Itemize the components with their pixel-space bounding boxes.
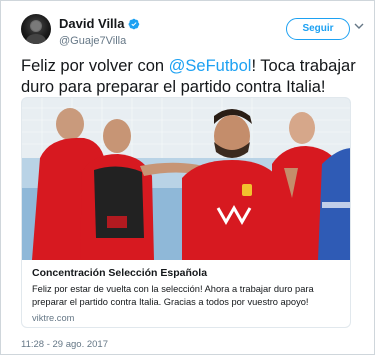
follow-button[interactable]: Seguir	[286, 18, 350, 40]
tweet-timestamp[interactable]: 11:28 - 29 ago. 2017	[21, 339, 108, 350]
author-block[interactable]: David Villa @Guaje7Villa	[59, 15, 140, 47]
tweet-card: David Villa @Guaje7Villa Seguir Feliz po…	[0, 0, 375, 355]
card-description: Feliz por estar de vuelta con la selecci…	[32, 284, 314, 307]
mention-link[interactable]: @SeFutbol	[169, 57, 252, 75]
author-display-name[interactable]: David Villa	[59, 16, 125, 31]
card-photo[interactable]	[22, 98, 350, 260]
card-domain[interactable]: viktre.com	[32, 313, 346, 323]
tweet-text: Feliz por volver con @SeFutbol! Toca tra…	[21, 56, 366, 98]
link-card[interactable]: Concentración Selección Española Feliz p…	[21, 97, 351, 328]
chevron-down-icon[interactable]	[354, 22, 364, 30]
verified-badge-icon	[128, 18, 139, 30]
card-body[interactable]: Concentración Selección Española Feliz p…	[32, 267, 346, 323]
avatar[interactable]	[21, 14, 51, 44]
tweet-text-before: Feliz por volver con	[21, 57, 169, 75]
tweet-header: David Villa @Guaje7Villa Seguir	[17, 13, 364, 47]
card-title[interactable]: Concentración Selección Española	[32, 267, 346, 279]
author-handle[interactable]: @Guaje7Villa	[59, 35, 140, 47]
